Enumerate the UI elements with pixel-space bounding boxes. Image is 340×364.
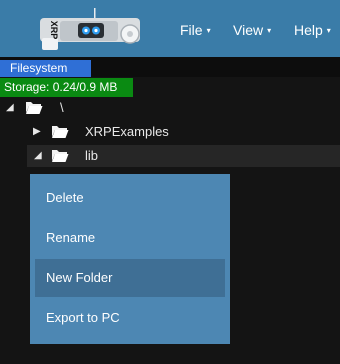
expand-arrow-icon[interactable]: ◢ bbox=[34, 145, 42, 167]
logo-text: XRP bbox=[49, 21, 59, 40]
xrp-robot-logo-icon: XRP bbox=[40, 8, 140, 50]
context-menu-new-folder[interactable]: New Folder bbox=[35, 259, 225, 297]
menu-file[interactable]: File ▾ bbox=[180, 20, 211, 40]
folder-open-icon bbox=[52, 126, 69, 138]
context-menu-rename[interactable]: Rename bbox=[35, 219, 225, 257]
chevron-down-icon: ▾ bbox=[206, 26, 211, 35]
tree-item-root[interactable]: ◢ \ bbox=[0, 97, 340, 119]
tab-filesystem[interactable]: Filesystem bbox=[0, 60, 91, 77]
folder-open-icon bbox=[26, 102, 43, 114]
tree-item-label: \ bbox=[60, 100, 64, 115]
app-header: XRP File ▾ View ▾ Help ▾ bbox=[0, 0, 340, 57]
chevron-down-icon: ▾ bbox=[267, 26, 272, 35]
menu-view[interactable]: View ▾ bbox=[233, 20, 271, 40]
tree-item-label: XRPExamples bbox=[85, 124, 169, 139]
menu-file-label: File bbox=[180, 22, 203, 38]
folder-open-icon bbox=[52, 150, 69, 162]
menu-help[interactable]: Help ▾ bbox=[294, 20, 331, 40]
context-menu-delete[interactable]: Delete bbox=[35, 179, 225, 217]
expand-arrow-icon[interactable]: ▶ bbox=[33, 121, 41, 143]
expand-arrow-icon[interactable]: ◢ bbox=[6, 97, 14, 119]
context-menu: Delete Rename New Folder Export to PC bbox=[30, 174, 230, 344]
storage-indicator: Storage: 0.24/0.9 MB bbox=[0, 78, 133, 97]
tree-item-lib[interactable]: ◢ lib bbox=[27, 145, 340, 167]
menu-help-label: Help bbox=[294, 22, 323, 38]
chevron-down-icon: ▾ bbox=[326, 26, 331, 35]
context-menu-export-to-pc[interactable]: Export to PC bbox=[35, 299, 225, 337]
tree-item-xrpexamples[interactable]: ▶ XRPExamples bbox=[0, 121, 340, 143]
tree-item-label: lib bbox=[85, 148, 99, 163]
menu-view-label: View bbox=[233, 22, 264, 38]
